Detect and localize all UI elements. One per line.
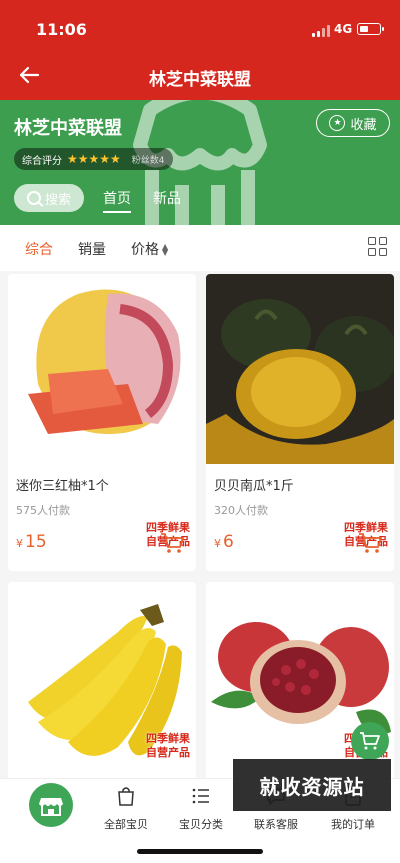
product-name: 迷你三红柚*1个: [16, 479, 109, 494]
top-bar: 11:06 4G 林芝中菜联盟: [0, 0, 400, 100]
nav-categories[interactable]: 宝贝分类: [166, 785, 236, 832]
fans-count: 粉丝数4: [131, 155, 165, 166]
product-card[interactable]: 四季鲜果自营产品: [8, 582, 196, 782]
floating-cart-button[interactable]: [351, 722, 389, 760]
grid-view-icon[interactable]: [368, 237, 388, 257]
nav-contact-label: 联系客服: [254, 818, 298, 831]
search-button[interactable]: 搜索: [14, 184, 84, 212]
list-icon: [192, 788, 209, 804]
rating-label: 综合评分: [22, 155, 62, 167]
nav-bar: 林芝中菜联盟: [0, 52, 400, 100]
cart-icon[interactable]: [358, 532, 382, 554]
status-time: 11:06: [36, 20, 87, 39]
product-tag: 四季鲜果自营产品: [146, 732, 190, 759]
product-sold: 575人付款: [16, 504, 70, 517]
page-title: 林芝中菜联盟: [149, 70, 251, 90]
shop-home-button[interactable]: [29, 783, 73, 827]
cart-icon[interactable]: [160, 532, 184, 554]
favorite-button[interactable]: ★ 收藏: [316, 109, 390, 137]
sort-overall[interactable]: 综合: [25, 239, 53, 259]
nav-orders-label: 我的订单: [331, 818, 375, 831]
nav-categories-label: 宝贝分类: [179, 818, 223, 831]
network-label: 4G: [334, 22, 353, 36]
product-price: ¥6: [214, 532, 234, 552]
cart-icon: [360, 732, 380, 750]
search-label: 搜索: [44, 192, 71, 208]
product-sold: 320人付款: [214, 504, 268, 517]
app-screen: 11:06 4G 林芝中菜联盟 林芝中菜联盟 ★ 收藏 综合评分 ★★★★★ 粉…: [0, 0, 400, 863]
pomelo-image: [8, 274, 196, 464]
shop-header: 林芝中菜联盟 ★ 收藏 综合评分 ★★★★★ 粉丝数4 搜索 首页 新品: [0, 100, 400, 225]
pumpkin-image: [206, 274, 394, 464]
favorite-label: 收藏: [350, 117, 377, 133]
store-icon: [39, 798, 63, 816]
sort-bar: 综合 销量 价格 ▲ ▼: [0, 225, 400, 271]
product-card[interactable]: 四季鲜果 自营产品 贝贝南瓜*1斤 320人付款 ¥6: [206, 274, 394, 571]
sort-price-label: 价格: [131, 242, 159, 258]
rating-bar: 综合评分 ★★★★★ 粉丝数4: [14, 148, 173, 170]
rating-stars: ★★★★★: [67, 152, 121, 166]
product-price: ¥15: [16, 532, 47, 552]
product-card[interactable]: 四季鲜果 自营产品 迷你三红柚*1个 575人付款 ¥15: [8, 274, 196, 571]
nav-all-items-label: 全部宝贝: [104, 818, 148, 831]
sort-sales[interactable]: 销量: [78, 239, 106, 259]
sort-caret-icon: ▲ ▼: [162, 242, 169, 257]
tab-new[interactable]: 新品: [153, 188, 181, 208]
star-icon: ★: [329, 115, 346, 131]
search-icon: [26, 191, 41, 205]
bag-icon: [118, 787, 134, 806]
product-name: 贝贝南瓜*1斤: [214, 479, 294, 494]
battery-icon: [357, 23, 384, 35]
watermark-badge: 就收资源站: [233, 759, 391, 811]
status-bar: 11:06 4G: [0, 0, 400, 52]
signal-icon: [312, 25, 330, 37]
nav-all-items[interactable]: 全部宝贝: [91, 785, 161, 832]
home-indicator[interactable]: [137, 849, 263, 854]
tab-home[interactable]: 首页: [103, 188, 131, 213]
shop-name: 林芝中菜联盟: [14, 118, 122, 139]
sort-price[interactable]: 价格 ▲ ▼: [131, 239, 168, 259]
